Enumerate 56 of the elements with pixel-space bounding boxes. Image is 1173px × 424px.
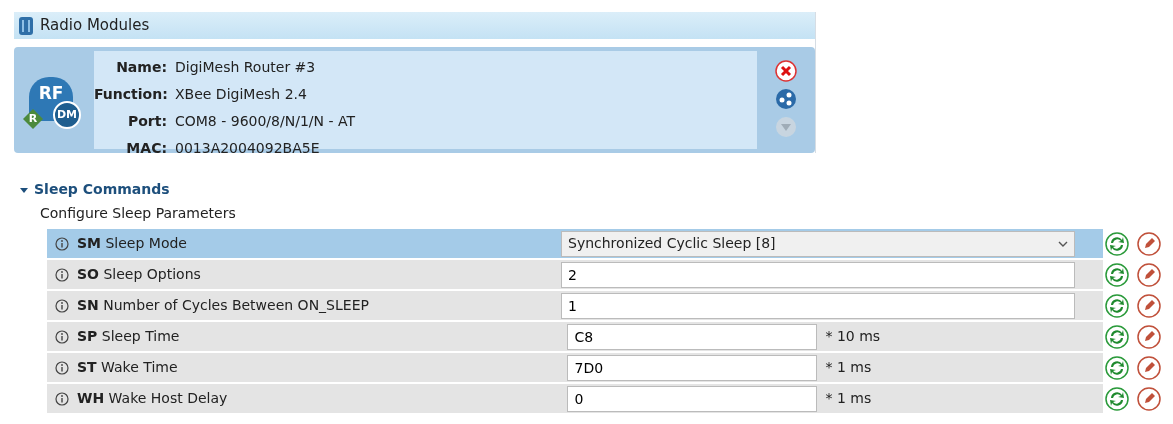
- setting-row[interactable]: SO Sleep Options 2: [47, 260, 1167, 291]
- refresh-button[interactable]: [1105, 386, 1129, 411]
- network-button[interactable]: [774, 87, 798, 111]
- input-field[interactable]: 2: [561, 261, 1075, 288]
- info-icon[interactable]: [55, 391, 69, 406]
- unit-label: * 1 ms: [825, 358, 872, 377]
- write-button[interactable]: [1137, 293, 1161, 318]
- setting-label: SP Sleep Time: [77, 327, 180, 346]
- info-icon[interactable]: [55, 298, 69, 313]
- setting-row[interactable]: WH Wake Host Delay 0 * 1 ms: [47, 384, 1167, 415]
- caret-icon[interactable]: [20, 185, 28, 194]
- field-value: XBee DigiMesh 2.4: [175, 85, 307, 104]
- module-icon: [18, 15, 34, 36]
- field-value: DigiMesh Router #3: [175, 58, 316, 77]
- info-icon[interactable]: [55, 329, 69, 344]
- setting-label: SM Sleep Mode: [77, 234, 187, 253]
- setting-row[interactable]: SM Sleep Mode Synchronized Cyclic Sleep [8]: [47, 229, 1167, 260]
- write-button[interactable]: [1137, 355, 1161, 380]
- setting-row[interactable]: SP Sleep Time C8 * 10 ms: [47, 322, 1167, 353]
- field-label: MAC:: [125, 139, 167, 153]
- protocol-badge: DM: [53, 101, 81, 129]
- remove-button[interactable]: [774, 59, 798, 83]
- field-value: COM8 - 9600/8/N/1/N - AT: [175, 112, 355, 131]
- write-button[interactable]: [1137, 386, 1161, 411]
- dropdown[interactable]: Synchronized Cyclic Sleep [8]: [561, 230, 1075, 257]
- refresh-button[interactable]: [1105, 324, 1129, 349]
- setting-label: SO Sleep Options: [77, 265, 201, 284]
- refresh-button[interactable]: [1105, 293, 1129, 318]
- field-label: Port:: [126, 112, 167, 131]
- refresh-button[interactable]: [1105, 355, 1129, 380]
- unit-label: * 10 ms: [825, 327, 881, 346]
- field-value: 0013A2004092BA5E: [175, 139, 320, 153]
- input-field[interactable]: 7D0: [567, 354, 818, 381]
- field-label: Function:: [94, 85, 167, 104]
- info-icon[interactable]: [55, 360, 69, 375]
- refresh-button[interactable]: [1105, 262, 1129, 287]
- chevron-icon: [1058, 240, 1068, 247]
- section-description: Configure Sleep Parameters: [40, 204, 237, 223]
- write-button[interactable]: [1137, 231, 1161, 256]
- write-button[interactable]: [1137, 324, 1161, 349]
- input-field[interactable]: 1: [561, 292, 1075, 319]
- setting-row[interactable]: ST Wake Time 7D0 * 1 ms: [47, 353, 1167, 384]
- setting-row[interactable]: SN Number of Cycles Between ON_SLEEP 1: [47, 291, 1167, 322]
- panel-title: Radio Modules: [40, 15, 150, 37]
- refresh-button[interactable]: [1105, 231, 1129, 256]
- setting-label: ST Wake Time: [77, 358, 178, 377]
- info-icon[interactable]: [55, 267, 69, 282]
- setting-label: WH Wake Host Delay: [77, 389, 228, 408]
- unit-label: * 1 ms: [825, 389, 872, 408]
- setting-label: SN Number of Cycles Between ON_SLEEP: [77, 296, 369, 315]
- info-icon[interactable]: [55, 236, 69, 251]
- write-button[interactable]: [1137, 262, 1161, 287]
- field-label: Name:: [115, 58, 167, 77]
- input-field[interactable]: C8: [567, 323, 818, 350]
- input-field[interactable]: 0: [567, 385, 818, 412]
- section-title[interactable]: Sleep Commands: [34, 179, 170, 200]
